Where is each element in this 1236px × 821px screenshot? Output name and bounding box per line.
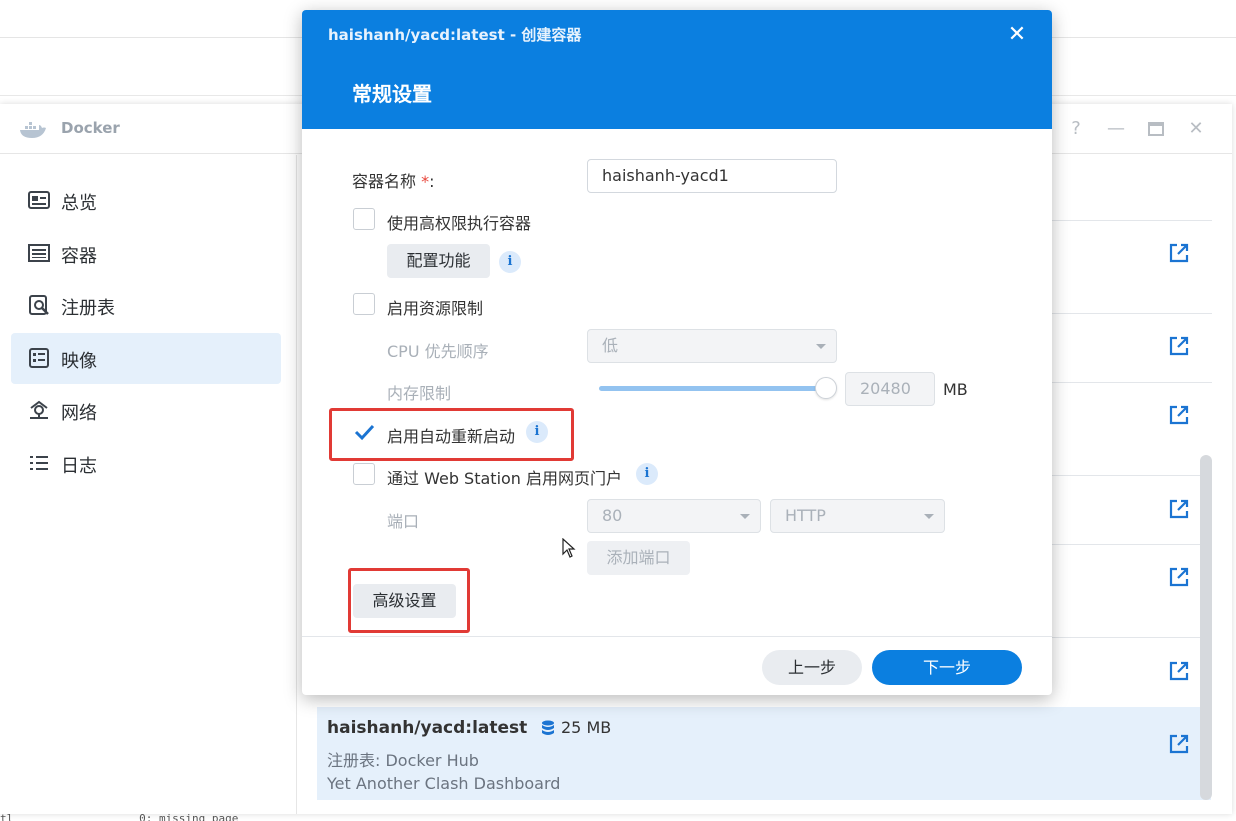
chevron-down-icon — [924, 514, 934, 519]
window-title: Docker — [61, 119, 120, 137]
sidebar: 总览 容器 注册表 映像 网络 日志 — [0, 155, 297, 814]
overview-icon — [28, 191, 50, 209]
previous-button[interactable]: 上一步 — [762, 650, 862, 685]
sidebar-item-image[interactable]: 映像 — [11, 333, 281, 384]
protocol-value: HTTP — [785, 506, 826, 525]
required-mark: * — [421, 172, 430, 191]
webstation-label: 通过 Web Station 启用网页门户 — [387, 469, 623, 488]
external-link-icon[interactable] — [1168, 660, 1190, 682]
cpu-priority-select[interactable]: 低 — [587, 329, 837, 363]
privileged-label: 使用高权限执行容器 — [387, 214, 532, 233]
port-label: 端口 — [387, 512, 420, 531]
image-row-selected[interactable]: haishanh/yacd:latest 25 MB 注册表: Docker H… — [317, 707, 1211, 800]
webstation-checkbox[interactable] — [353, 463, 375, 485]
cpu-priority-value: 低 — [602, 336, 619, 355]
container-name-input[interactable]: haishanh-yacd1 — [587, 159, 837, 193]
external-link-icon[interactable] — [1168, 566, 1190, 588]
sidebar-item-label: 网络 — [61, 403, 97, 424]
dialog-title: haishanh/yacd:latest - 创建容器 — [328, 26, 582, 44]
container-name-label: 容器名称 *: — [352, 172, 435, 191]
sidebar-item-label: 总览 — [61, 193, 97, 214]
sidebar-item-container[interactable]: 容器 — [11, 228, 281, 279]
add-port-button[interactable]: 添加端口 — [587, 541, 690, 575]
maximize-icon[interactable] — [1143, 116, 1169, 142]
sidebar-item-label: 容器 — [61, 246, 97, 267]
privileged-checkbox[interactable] — [353, 208, 375, 230]
cpu-priority-label: CPU 优先顺序 — [387, 342, 489, 361]
memory-limit-label: 内存限制 — [387, 384, 452, 403]
resource-limit-label: 启用资源限制 — [387, 299, 484, 318]
chevron-down-icon — [816, 344, 826, 349]
resource-limit-checkbox[interactable] — [353, 293, 375, 315]
dialog-header: haishanh/yacd:latest - 创建容器 ✕ 常规设置 — [302, 10, 1052, 129]
mouse-cursor-icon — [562, 538, 576, 558]
memory-limit-input[interactable]: 20480 — [845, 372, 935, 406]
scrollbar[interactable] — [1200, 455, 1212, 800]
minimize-icon[interactable]: — — [1103, 116, 1129, 142]
image-icon — [29, 348, 49, 368]
image-registry: 注册表: Docker Hub — [327, 751, 479, 770]
dialog-footer: 上一步 下一步 — [302, 636, 1052, 695]
sidebar-item-label: 注册表 — [61, 298, 115, 319]
external-link-icon[interactable] — [1168, 242, 1190, 264]
image-name: haishanh/yacd:latest — [327, 718, 528, 738]
protocol-select[interactable]: HTTP — [770, 499, 945, 533]
image-size: 25 MB — [561, 718, 612, 737]
highlight-box-advanced — [348, 568, 470, 633]
database-icon — [542, 720, 554, 735]
memory-slider-handle[interactable] — [815, 377, 837, 399]
sidebar-item-registry[interactable]: 注册表 — [11, 280, 281, 331]
memory-slider-track[interactable] — [599, 386, 825, 391]
create-container-dialog: haishanh/yacd:latest - 创建容器 ✕ 常规设置 容器名称 … — [302, 10, 1052, 695]
sidebar-item-label: 日志 — [61, 456, 97, 477]
sidebar-item-label: 映像 — [61, 351, 97, 372]
memory-unit: MB — [943, 380, 968, 399]
network-icon — [30, 400, 48, 419]
help-icon[interactable]: ? — [1063, 116, 1089, 142]
next-button[interactable]: 下一步 — [872, 650, 1022, 685]
highlight-box-auto-restart — [329, 408, 574, 461]
chevron-down-icon — [740, 514, 750, 519]
log-icon — [30, 456, 48, 470]
sidebar-item-network[interactable]: 网络 — [11, 385, 281, 436]
port-select[interactable]: 80 — [587, 499, 761, 533]
external-link-icon[interactable] — [1168, 335, 1190, 357]
close-icon[interactable]: ✕ — [1006, 24, 1028, 46]
external-link-icon[interactable] — [1168, 733, 1190, 755]
external-link-icon[interactable] — [1168, 498, 1190, 520]
registry-icon — [29, 295, 49, 315]
sidebar-item-overview[interactable]: 总览 — [11, 175, 281, 226]
configure-capabilities-button[interactable]: 配置功能 — [387, 244, 490, 278]
container-icon — [28, 244, 50, 262]
docker-logo-icon — [20, 122, 46, 138]
close-window-icon[interactable]: ✕ — [1183, 116, 1209, 142]
info-icon[interactable]: i — [636, 463, 658, 485]
image-description: Yet Another Clash Dashboard — [327, 774, 561, 793]
footer-text: tl ______ ___ ______ 0; missing page — [0, 812, 239, 821]
port-value: 80 — [602, 506, 623, 525]
info-icon[interactable]: i — [499, 251, 521, 273]
external-link-icon[interactable] — [1168, 404, 1190, 426]
section-title: 常规设置 — [352, 82, 432, 106]
sidebar-item-log[interactable]: 日志 — [11, 438, 281, 489]
